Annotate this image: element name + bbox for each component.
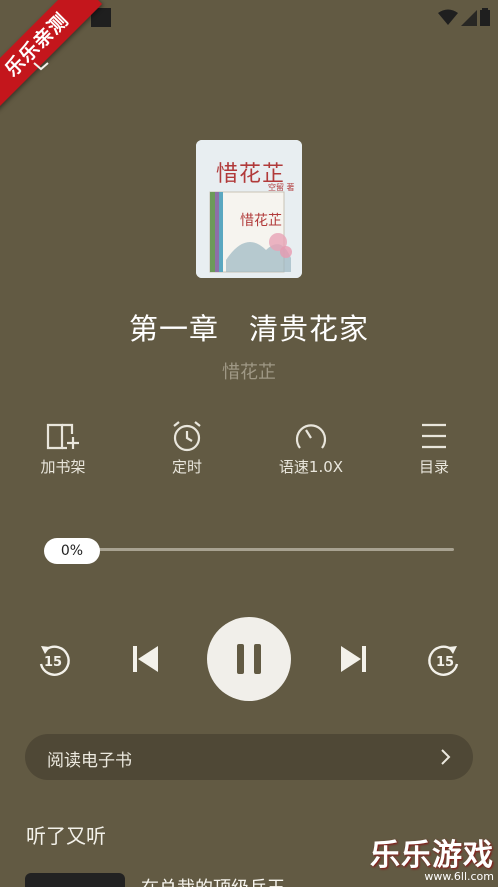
- menu-list-icon: [422, 423, 446, 449]
- watermark: 乐乐游戏 www.6ll.com: [370, 830, 494, 883]
- previous-button[interactable]: [130, 643, 160, 679]
- chapter-title: 第一章 清贵花家: [128, 312, 369, 346]
- signal-icon: [461, 10, 477, 26]
- rewind-15-icon: 15: [39, 645, 70, 676]
- timer-button[interactable]: 定时: [132, 420, 242, 477]
- book-name: 惜花芷: [222, 362, 276, 383]
- add-to-shelf-icon: [46, 423, 79, 450]
- speed-label: 语速1.0X: [278, 458, 344, 476]
- skip-next-icon: [341, 646, 366, 672]
- chevron-right-icon: [441, 749, 451, 765]
- timer-label: 定时: [171, 458, 202, 476]
- add-to-shelf-button[interactable]: 加书架: [8, 420, 118, 477]
- recommend-title[interactable]: 在总裁的顶级兵王: [141, 874, 285, 887]
- recommend-cover[interactable]: [25, 873, 125, 887]
- speed-button[interactable]: 语速1.0X: [256, 420, 366, 477]
- svg-text:惜花芷: 惜花芷: [240, 213, 282, 229]
- cover-author: 空留 著: [268, 183, 295, 192]
- forward-seconds: 15: [436, 655, 454, 670]
- forward-15-button[interactable]: 15: [425, 640, 465, 684]
- catalog-button[interactable]: 目录: [379, 420, 489, 477]
- next-button[interactable]: [339, 643, 369, 679]
- chevron-down-icon[interactable]: [30, 57, 52, 75]
- pause-icon: [237, 644, 261, 674]
- battery-icon: [480, 8, 490, 26]
- status-icons: [438, 8, 490, 26]
- book-cover: 惜花芷 惜花芷 空留 著: [196, 140, 302, 278]
- section-title: 听了又听: [26, 824, 106, 848]
- read-ebook-button[interactable]: 阅读电子书: [25, 734, 473, 780]
- forward-15-icon: 15: [428, 645, 459, 676]
- pause-button[interactable]: [207, 617, 291, 701]
- catalog-label: 目录: [418, 458, 449, 476]
- add-to-shelf-label: 加书架: [40, 458, 86, 476]
- progress-thumb[interactable]: 0%: [44, 538, 100, 564]
- speed-gauge-icon: [295, 424, 327, 449]
- skip-previous-icon: [133, 646, 158, 672]
- rewind-15-button[interactable]: 15: [33, 640, 73, 684]
- read-ebook-label: 阅读电子书: [47, 751, 132, 771]
- progress-track[interactable]: [46, 548, 454, 551]
- watermark-main: 乐乐游戏: [370, 838, 494, 873]
- rewind-seconds: 15: [44, 655, 62, 670]
- wifi-icon: [438, 9, 458, 25]
- alarm-clock-icon: [173, 421, 201, 452]
